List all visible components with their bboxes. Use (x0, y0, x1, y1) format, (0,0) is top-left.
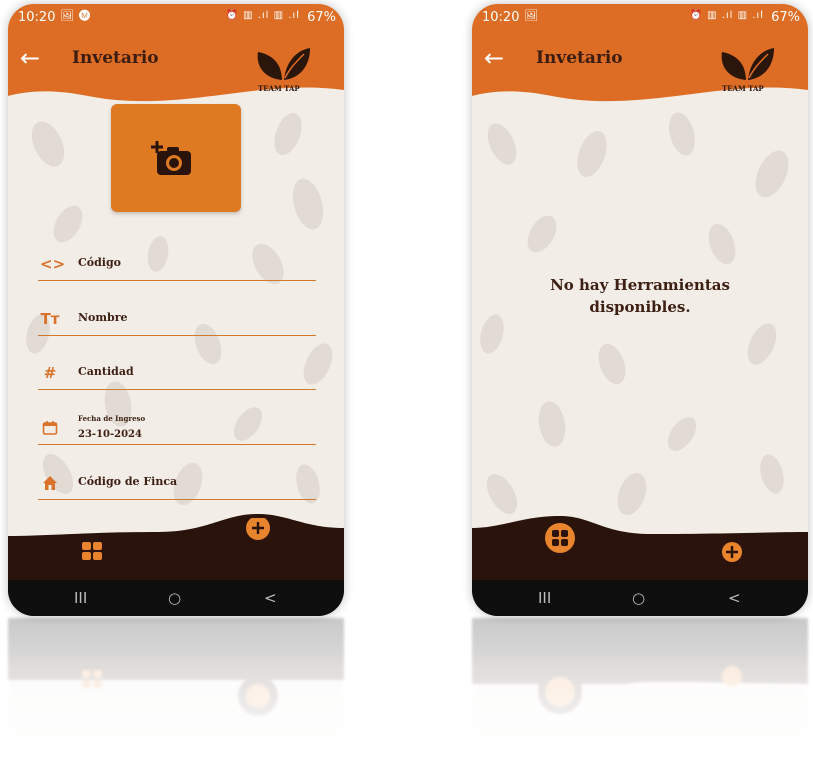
quantity-field-label: Cantidad (78, 365, 134, 378)
bottom-navigation (538, 518, 742, 562)
system-navigation-bar: III ○ < (8, 580, 344, 616)
bottom-navigation (82, 518, 278, 560)
home-button[interactable]: ○ (168, 589, 181, 607)
back-arrow-icon[interactable]: ← (484, 46, 504, 70)
home-button[interactable]: ○ (632, 589, 645, 607)
battery-level: 67% (307, 10, 336, 25)
logo-text: TEAM TAP (722, 84, 764, 93)
empty-state-line-2: disponibles. (589, 298, 691, 316)
name-field-label: Nombre (78, 311, 128, 324)
status-bar: 10:20 🖼 Ⓜ ⏰ ▥ .ıl ▥ .ıl 67% (8, 4, 344, 30)
page-title: Invetario (536, 48, 623, 68)
empty-state-message: No hay Herramientas disponibles. (512, 274, 768, 318)
add-item-button[interactable] (238, 518, 278, 548)
entry-date-label: Fecha de Ingreso (78, 414, 146, 423)
notification-icons: 🖼 (524, 9, 538, 22)
entry-date-value: 23-10-2024 (78, 429, 142, 440)
status-bar: 10:20 🖼 ⏰ ▥ .ıl ▥ .ıl 67% (472, 4, 808, 30)
battery-level: 67% (771, 10, 800, 25)
add-item-button[interactable] (722, 542, 742, 562)
entry-date-field[interactable]: Fecha de Ingreso 23-10-2024 (38, 410, 316, 445)
logo-text: TEAM TAP (258, 84, 300, 93)
add-photo-camera-icon (151, 141, 191, 175)
phone-screen-form: 10:20 🖼 Ⓜ ⏰ ▥ .ıl ▥ .ıl 67% ← Invetario … (8, 4, 344, 616)
recents-button[interactable]: III (74, 589, 87, 607)
signal-icons: ⏰ ▥ .ıl ▥ .ıl (225, 10, 300, 21)
system-back-button[interactable]: < (728, 589, 741, 607)
farm-code-field-label: Código de Finca (78, 475, 178, 488)
grid-menu-button[interactable] (538, 518, 582, 560)
system-back-button[interactable]: < (264, 589, 277, 607)
code-icon: <> (40, 255, 66, 273)
code-field-label: Código (78, 256, 121, 269)
notification-icons: 🖼 Ⓜ (60, 9, 92, 22)
name-field[interactable]: Tт Nombre (38, 301, 316, 336)
farm-code-field[interactable]: Código de Finca (38, 465, 316, 500)
reflection-fade (8, 618, 344, 772)
status-time: 10:20 (482, 10, 520, 25)
phone-screen-empty-list: 10:20 🖼 ⏰ ▥ .ıl ▥ .ıl 67% ← Invetario TE… (472, 4, 808, 616)
grid-menu-icon[interactable] (82, 542, 102, 560)
status-time: 10:20 (18, 10, 56, 25)
quantity-field[interactable]: # Cantidad (38, 355, 316, 390)
add-photo-button[interactable] (111, 104, 241, 212)
signal-icons: ⏰ ▥ .ıl ▥ .ıl (689, 10, 764, 21)
page-title: Invetario (72, 48, 159, 68)
phone-reflection (8, 618, 344, 772)
code-field[interactable]: <> Código (38, 246, 316, 281)
system-navigation-bar: III ○ < (472, 580, 808, 616)
calendar-icon (40, 418, 60, 438)
reflection-fade (472, 618, 808, 772)
phone-reflection (472, 618, 808, 772)
hash-icon: # (43, 364, 57, 382)
empty-state-line-1: No hay Herramientas (550, 276, 730, 294)
recents-button[interactable]: III (538, 589, 551, 607)
home-icon (40, 473, 60, 493)
back-arrow-icon[interactable]: ← (20, 46, 40, 70)
text-icon: Tт (40, 310, 60, 328)
